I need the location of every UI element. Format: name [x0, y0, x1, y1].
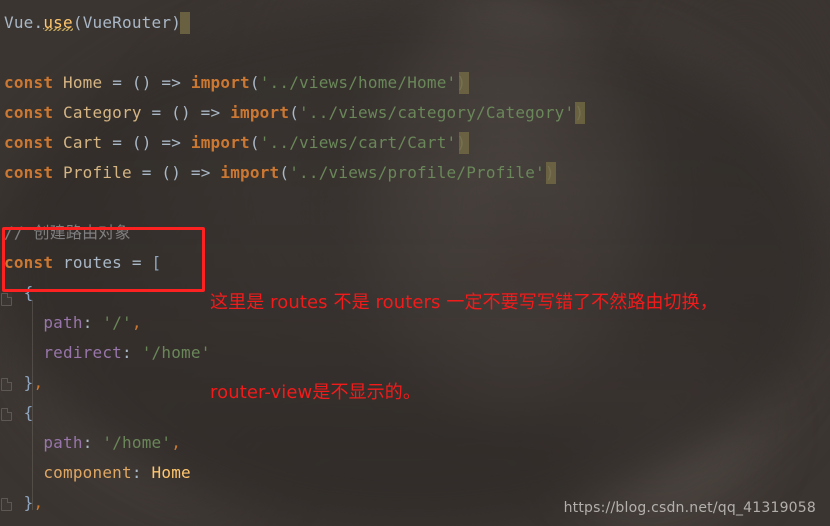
code-token-colon: : — [82, 313, 93, 332]
line-end-marker — [545, 162, 556, 184]
annotation-line-2: router-view是不显示的。 — [210, 382, 421, 403]
code-token-import: import — [190, 73, 250, 92]
code-line[interactable]: const Home = () => import('../views/home… — [4, 68, 466, 98]
code-token-str: '/' — [102, 313, 132, 332]
code-token-punc — [142, 253, 152, 272]
code-token-kw: const — [4, 73, 54, 92]
code-token-punc — [53, 73, 63, 92]
code-token-classid: Profile — [63, 163, 132, 182]
code-token-field: redirect — [43, 343, 123, 362]
code-token-paren: ( — [279, 163, 290, 182]
code-token-bracket: [ — [151, 253, 162, 272]
line-end-marker — [459, 132, 470, 154]
code-token-paren: ( — [72, 13, 83, 32]
code-token-str: '../views/cart/Cart' — [259, 133, 457, 152]
line-end-marker — [459, 72, 470, 94]
code-line[interactable]: path: '/home', — [4, 428, 181, 458]
code-fold-icon[interactable] — [1, 293, 12, 306]
code-token-str: '../views/category/Category' — [299, 103, 575, 122]
indent-guide — [32, 390, 33, 510]
code-token-field: path — [43, 313, 83, 332]
code-token-fn-dim: component — [43, 463, 132, 482]
code-token-str: '/home' — [102, 433, 172, 452]
code-token-comma: , — [131, 313, 142, 332]
code-token-paren: ( — [249, 73, 260, 92]
code-token-kw: const — [4, 103, 54, 122]
code-fold-icon[interactable] — [1, 408, 12, 421]
code-token-paren: ( — [289, 103, 300, 122]
code-line[interactable]: const Category = () => import('../views/… — [4, 98, 584, 128]
code-token-colon: : — [122, 343, 132, 362]
line-end-marker — [574, 102, 585, 124]
code-fold-icon[interactable] — [1, 498, 12, 511]
code-token-field: path — [43, 433, 83, 452]
code-token-comment: // 创建路由对象 — [4, 223, 131, 242]
code-token-str: '../views/home/Home' — [259, 73, 457, 92]
code-line[interactable]: const routes = [ — [4, 248, 161, 278]
screenshot-root: Vue.use(VueRouter) const Home = () => imp… — [0, 0, 830, 526]
code-token-punc: = () => — [141, 103, 231, 122]
code-token-punc — [53, 163, 63, 182]
code-token-fn: Home — [151, 463, 191, 482]
code-line[interactable]: // 创建路由对象 — [4, 218, 131, 248]
code-token-punc — [53, 253, 63, 272]
code-token-ident: VueRouter — [82, 13, 172, 32]
code-token-colon: : — [131, 463, 142, 482]
code-token-punc: = () => — [131, 163, 221, 182]
annotation-line-1: 这里是 routes 不是 routers 一定不要写写错了不然路由切换， — [210, 292, 718, 313]
code-token-colon: : — [82, 433, 93, 452]
code-token-ident: routes — [63, 253, 123, 272]
code-token-classid: Category — [63, 103, 142, 122]
code-token-punc — [53, 103, 63, 122]
code-token-str: '/home' — [141, 343, 211, 362]
code-token-comma: , — [33, 493, 44, 512]
code-token-classid: Cart — [63, 133, 103, 152]
code-token-import: import — [230, 103, 290, 122]
code-token-paren: ( — [249, 133, 260, 152]
code-token-punc — [53, 133, 63, 152]
watermark-url: https://blog.csdn.net/qq_41319058 — [563, 500, 816, 516]
code-token-kw: const — [4, 133, 54, 152]
code-line[interactable]: redirect: '/home' — [4, 338, 211, 368]
code-token-punc — [122, 253, 132, 272]
code-token-punc — [93, 313, 103, 332]
code-token-punc: = () => — [102, 73, 191, 92]
code-token-import: import — [190, 133, 250, 152]
code-token-comma: , — [171, 433, 182, 452]
code-token-ident: Vue — [4, 13, 34, 32]
line-end-marker — [180, 12, 191, 34]
code-line[interactable]: path: '/', — [4, 308, 142, 338]
code-token-str: '../views/profile/Profile' — [289, 163, 545, 182]
code-token-use: use — [43, 13, 73, 32]
code-token-kw: const — [4, 253, 54, 272]
code-fold-icon[interactable] — [1, 378, 12, 391]
code-token-punc — [93, 433, 103, 452]
code-token-punc: = — [131, 253, 142, 272]
code-token-punc — [132, 343, 142, 362]
indent-guide — [32, 300, 33, 390]
code-line[interactable]: const Profile = () => import('../views/p… — [4, 158, 555, 188]
code-token-comma: , — [33, 373, 44, 392]
code-token-import: import — [220, 163, 280, 182]
code-token-classid: Home — [63, 73, 103, 92]
code-line[interactable]: Vue.use(VueRouter) — [4, 8, 181, 38]
code-line[interactable]: const Cart = () => import('../views/cart… — [4, 128, 466, 158]
code-token-punc: = () => — [102, 133, 191, 152]
red-annotation-text: 这里是 routes 不是 routers 一定不要写写错了不然路由切换， ro… — [210, 228, 825, 468]
code-token-punc — [142, 463, 152, 482]
code-token-kw: const — [4, 163, 54, 182]
code-token-punc: . — [33, 13, 44, 32]
